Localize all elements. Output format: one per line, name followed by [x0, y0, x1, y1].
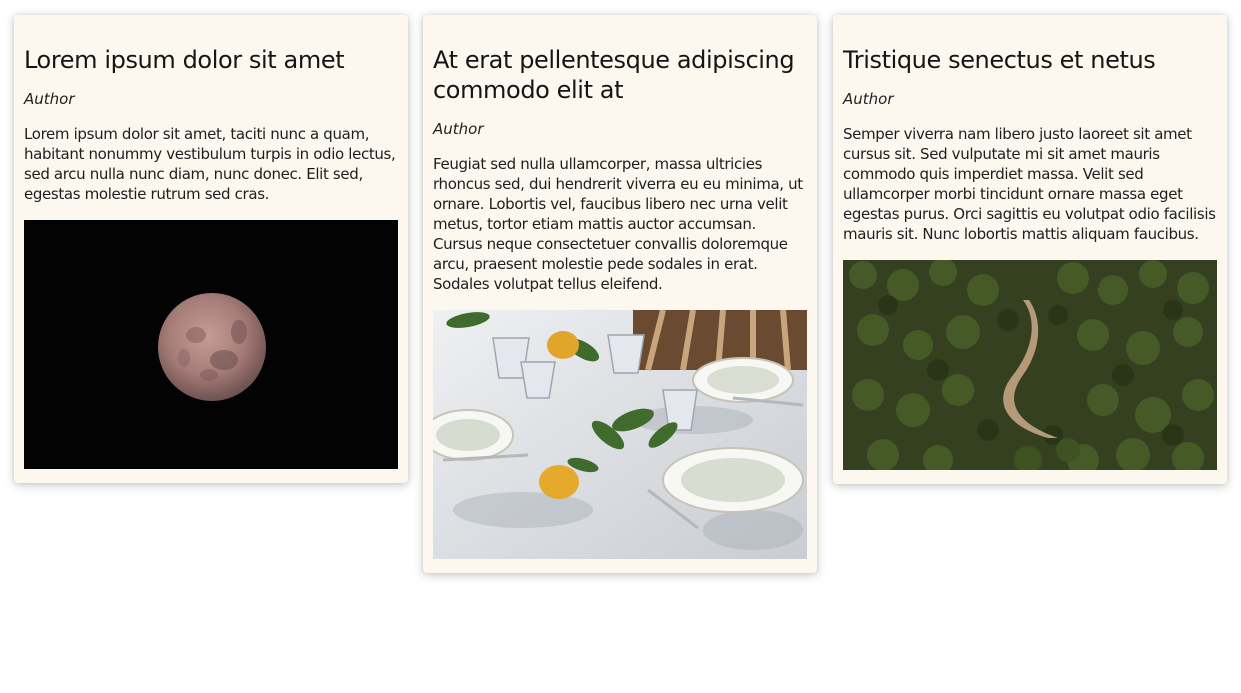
moon-photo — [24, 220, 398, 469]
card-author: Author — [843, 90, 894, 108]
card-body-text: Feugiat sed nulla ullamcorper, massa ult… — [433, 155, 803, 293]
article-card: Tristique senectus et netus Author Sempe… — [833, 15, 1227, 484]
forest-road-photo — [843, 260, 1217, 470]
table-setting-photo — [433, 310, 807, 559]
card-title: Tristique senectus et netus — [843, 46, 1156, 74]
card-body-text: Semper viverra nam libero justo laoreet … — [843, 125, 1216, 243]
article-card: Lorem ipsum dolor sit amet Author Lorem … — [14, 15, 408, 483]
card-author: Author — [24, 90, 75, 108]
article-card: At erat pellentesque adipiscing commodo … — [423, 15, 817, 573]
card-title: At erat pellentesque adipiscing commodo … — [433, 46, 795, 104]
card-author: Author — [433, 120, 484, 138]
card-body-text: Lorem ipsum dolor sit amet, taciti nunc … — [24, 125, 396, 203]
card-title: Lorem ipsum dolor sit amet — [24, 46, 345, 74]
